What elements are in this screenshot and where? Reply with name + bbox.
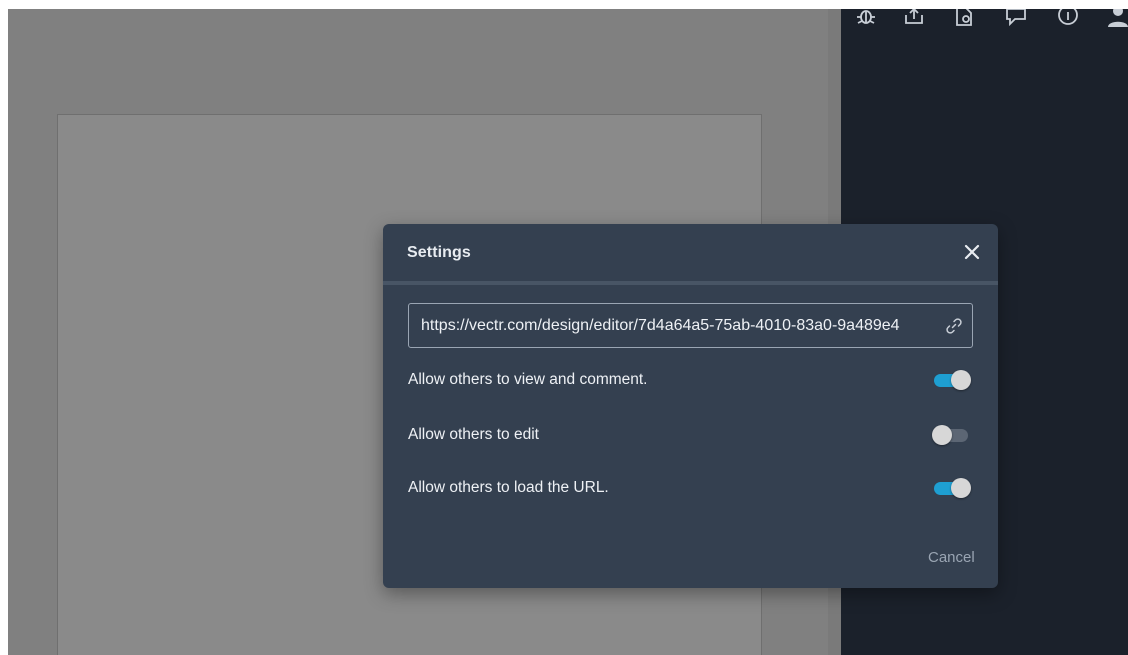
option-label: Allow others to load the URL. (408, 479, 609, 496)
option-load-url: Allow others to load the URL. (408, 473, 973, 503)
option-label: Allow others to view and comment. (408, 371, 648, 388)
dialog-header: Settings (383, 224, 998, 281)
option-edit: Allow others to edit (408, 420, 973, 450)
chat-icon[interactable] (1003, 9, 1029, 29)
close-icon (964, 244, 980, 260)
screen: Settings Allow others to view and commen… (0, 0, 1128, 655)
add-page-icon[interactable] (951, 9, 977, 29)
cancel-button[interactable]: Cancel (928, 549, 975, 566)
option-label: Allow others to edit (408, 426, 539, 443)
close-button[interactable] (961, 241, 983, 263)
option-view-comment: Allow others to view and comment. (408, 365, 973, 395)
user-icon[interactable] (1105, 9, 1128, 29)
bug-icon[interactable] (853, 9, 879, 29)
settings-dialog: Settings Allow others to view and commen… (383, 224, 998, 588)
link-icon[interactable] (944, 316, 964, 336)
toggle-edit[interactable] (932, 423, 972, 447)
top-toolbar (841, 9, 1128, 31)
info-icon[interactable] (1055, 9, 1081, 29)
share-url-input[interactable] (409, 304, 939, 347)
upload-icon[interactable] (901, 9, 927, 29)
header-divider (383, 281, 998, 285)
dialog-title: Settings (407, 244, 471, 261)
share-url-field (408, 303, 973, 348)
toggle-view-comment[interactable] (932, 368, 972, 392)
toggle-load-url[interactable] (932, 476, 972, 500)
